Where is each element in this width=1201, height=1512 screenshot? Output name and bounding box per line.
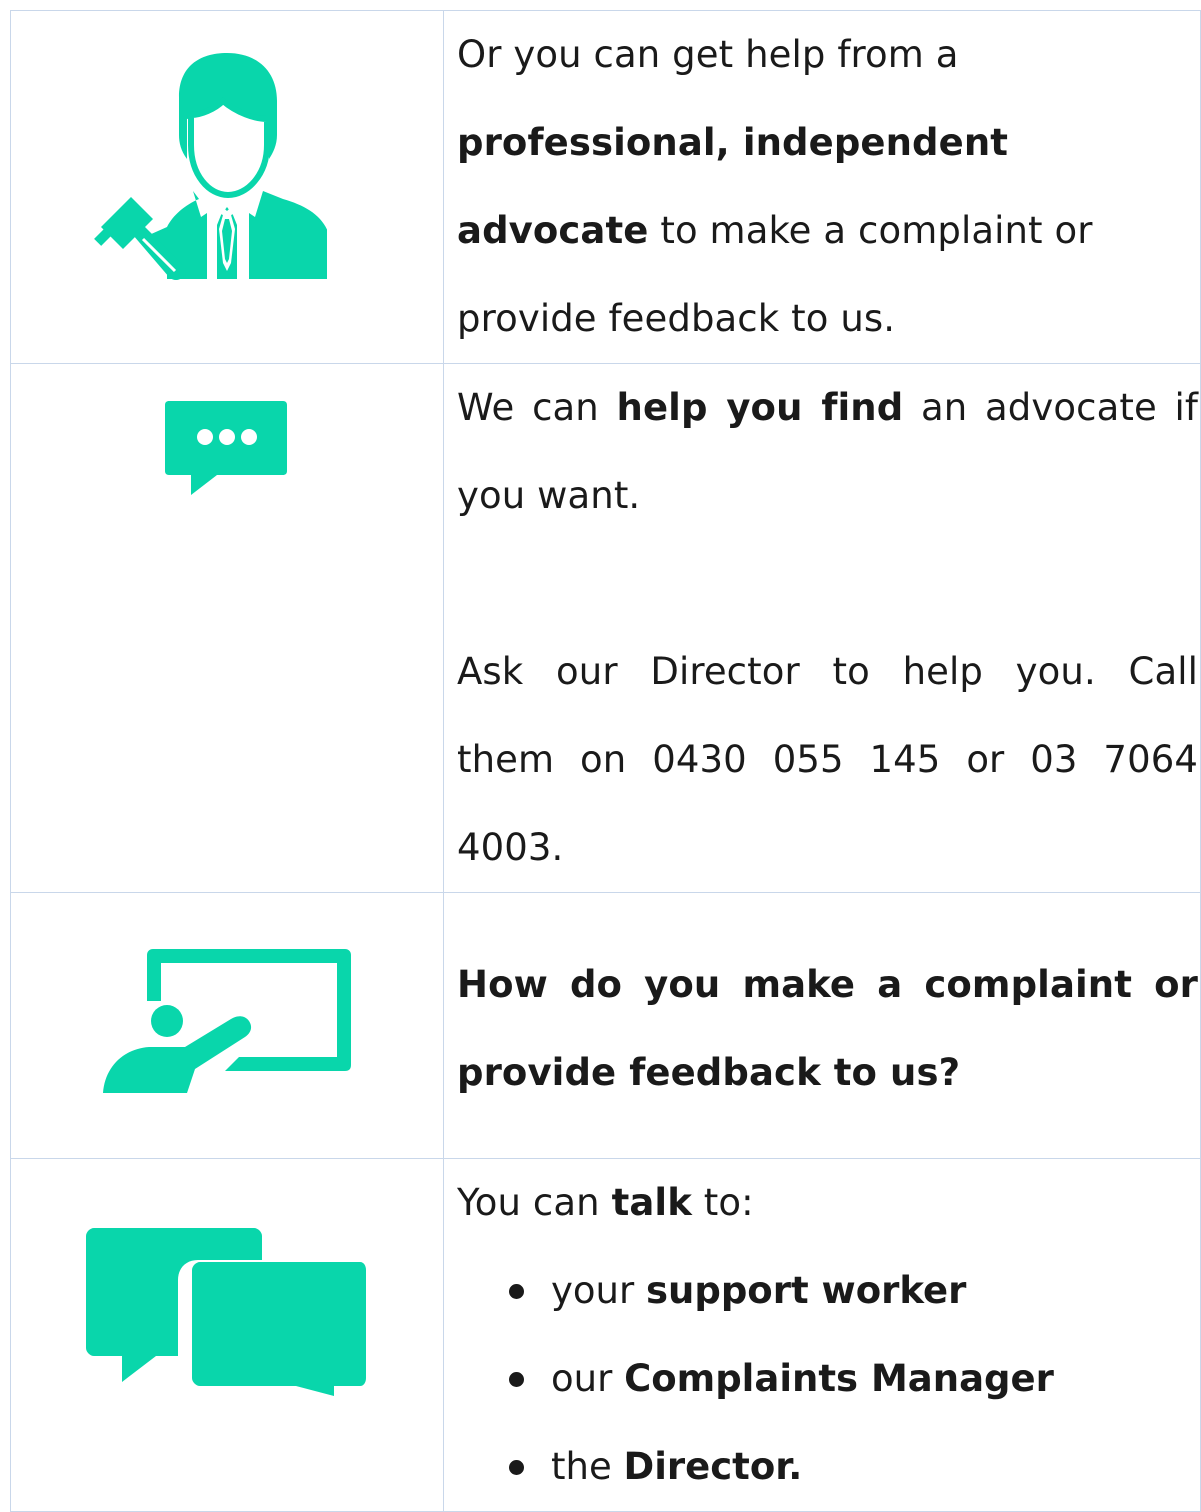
- text-cell: Or you can get help from a professional,…: [443, 10, 1201, 364]
- speech-bubble-dots-icon: [165, 401, 287, 495]
- table-row-help-find: We can help you find an advocate if you …: [10, 363, 1201, 893]
- icon-cell: [10, 10, 444, 364]
- text-line: advocate to make a complaint or: [457, 209, 1093, 252]
- list-item: your support worker: [509, 1247, 1200, 1335]
- heading-line: How do you make a complaint or: [457, 963, 1198, 1006]
- heading-line: provide feedback to us?: [457, 1051, 961, 1094]
- text-line: 4003.: [457, 826, 564, 869]
- easy-read-table: Or you can get help from a professional,…: [10, 10, 1201, 1512]
- bullet-icon: [509, 1460, 524, 1475]
- text-line: We can help you find an advocate if: [457, 386, 1199, 429]
- icon-cell: [10, 363, 444, 893]
- table-row-heading: How do you make a complaint or provide f…: [10, 892, 1201, 1159]
- table-row-talk: You can talk to: your support worker our…: [10, 1158, 1201, 1512]
- advocate-with-gavel-icon: [94, 53, 327, 280]
- text-line: provide feedback to us.: [457, 297, 896, 340]
- text-line: Or you can get help from a: [457, 33, 959, 76]
- icon-cell: [10, 892, 444, 1159]
- text-line: professional, independent: [457, 121, 1009, 164]
- list-item: our Complaints Manager: [509, 1335, 1200, 1423]
- text-cell: How do you make a complaint or provide f…: [443, 892, 1201, 1159]
- bullet-icon: [509, 1372, 524, 1387]
- list-item: the Director.: [509, 1423, 1200, 1511]
- bullet-list: your support worker our Complaints Manag…: [457, 1247, 1200, 1511]
- text-line: them on 0430 055 145 or 03 7064: [457, 738, 1198, 781]
- bullet-icon: [509, 1284, 524, 1299]
- text-cell: We can help you find an advocate if you …: [443, 363, 1201, 893]
- presenter-board-icon: [103, 949, 351, 1093]
- text-line: You can talk to:: [457, 1181, 754, 1224]
- text-cell: You can talk to: your support worker our…: [443, 1158, 1201, 1512]
- text-line: you want.: [457, 474, 641, 517]
- conversation-bubbles-icon: [86, 1228, 366, 1396]
- icon-cell: [10, 1158, 444, 1512]
- text-line: Ask our Director to help you. Call: [457, 650, 1198, 693]
- table-row-advocate: Or you can get help from a professional,…: [10, 10, 1201, 364]
